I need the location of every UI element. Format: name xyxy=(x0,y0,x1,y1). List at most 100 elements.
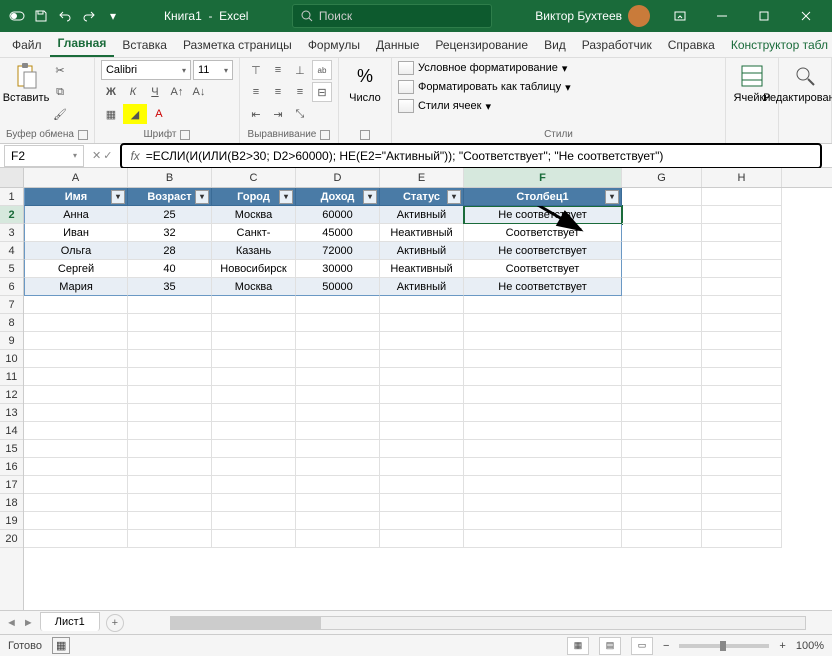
increase-font-icon[interactable]: A↑ xyxy=(167,82,187,102)
align-left-icon[interactable]: ≡ xyxy=(246,82,266,102)
row-header[interactable]: 18 xyxy=(0,494,23,512)
spreadsheet-grid[interactable]: 1234567891011121314151617181920 ABCDEFGH… xyxy=(0,168,832,610)
row-header[interactable]: 20 xyxy=(0,530,23,548)
cell[interactable] xyxy=(128,350,212,368)
align-middle-icon[interactable]: ≡ xyxy=(268,60,288,80)
formula-bar[interactable]: fx =ЕСЛИ(И(ИЛИ(B2>30; D2>60000); НЕ(E2="… xyxy=(120,143,822,169)
row-header[interactable]: 8 xyxy=(0,314,23,332)
cell[interactable] xyxy=(296,332,380,350)
row-header[interactable]: 7 xyxy=(0,296,23,314)
cell[interactable]: 35 xyxy=(128,278,212,296)
cell[interactable] xyxy=(622,476,702,494)
font-name-combo[interactable]: Calibri▾ xyxy=(101,60,191,80)
filter-dropdown-icon[interactable]: ▾ xyxy=(195,190,209,204)
cell[interactable] xyxy=(128,404,212,422)
cell[interactable] xyxy=(212,368,296,386)
column-header[interactable]: B xyxy=(128,168,212,187)
cell[interactable] xyxy=(212,530,296,548)
cell[interactable] xyxy=(380,476,464,494)
cell[interactable] xyxy=(24,476,128,494)
cell[interactable] xyxy=(622,296,702,314)
cell[interactable] xyxy=(128,494,212,512)
cell[interactable] xyxy=(212,296,296,314)
cell[interactable] xyxy=(128,422,212,440)
font-size-combo[interactable]: 11▾ xyxy=(193,60,233,80)
row-header[interactable]: 16 xyxy=(0,458,23,476)
cell[interactable] xyxy=(380,296,464,314)
cell[interactable] xyxy=(702,458,782,476)
normal-view-icon[interactable]: ▦ xyxy=(567,637,589,655)
select-all-corner[interactable] xyxy=(0,168,23,188)
filter-dropdown-icon[interactable]: ▾ xyxy=(447,190,461,204)
sheet-nav-prev-icon[interactable]: ◄ xyxy=(6,617,17,629)
align-right-icon[interactable]: ≡ xyxy=(290,82,310,102)
qat-dropdown-icon[interactable]: ▾ xyxy=(102,5,124,27)
zoom-level[interactable]: 100% xyxy=(796,640,824,652)
tab-file[interactable]: Файл xyxy=(4,33,50,57)
close-icon[interactable] xyxy=(786,0,826,32)
zoom-out-icon[interactable]: − xyxy=(663,640,669,652)
tab-developer[interactable]: Разработчик xyxy=(574,33,660,57)
cell[interactable]: Казань xyxy=(212,242,296,260)
cell[interactable]: Активный xyxy=(380,242,464,260)
cell[interactable]: 30000 xyxy=(296,260,380,278)
cell[interactable]: 72000 xyxy=(296,242,380,260)
cell[interactable]: Москва xyxy=(212,206,296,224)
cell[interactable] xyxy=(24,350,128,368)
cell[interactable] xyxy=(24,494,128,512)
cell[interactable] xyxy=(24,386,128,404)
cell[interactable] xyxy=(24,368,128,386)
column-header[interactable]: E xyxy=(380,168,464,187)
cell[interactable] xyxy=(622,512,702,530)
cell[interactable] xyxy=(24,332,128,350)
ribbon-options-icon[interactable] xyxy=(660,0,700,32)
align-top-icon[interactable]: ⊤ xyxy=(246,60,266,80)
cut-icon[interactable]: ✂ xyxy=(50,60,70,80)
cell[interactable]: Мария xyxy=(24,278,128,296)
filter-dropdown-icon[interactable]: ▾ xyxy=(605,190,619,204)
user-account[interactable]: Виктор Бухтеев xyxy=(535,5,650,27)
bold-button[interactable]: Ж xyxy=(101,82,121,102)
horizontal-scrollbar[interactable] xyxy=(170,616,806,630)
cell[interactable]: Активный xyxy=(380,206,464,224)
cell[interactable] xyxy=(702,296,782,314)
cell[interactable] xyxy=(296,530,380,548)
cell[interactable] xyxy=(702,188,782,206)
cell[interactable] xyxy=(296,368,380,386)
cell[interactable] xyxy=(128,440,212,458)
cell[interactable] xyxy=(380,368,464,386)
cell[interactable] xyxy=(464,458,622,476)
cell[interactable] xyxy=(128,476,212,494)
row-header[interactable]: 6 xyxy=(0,278,23,296)
fill-color-icon[interactable]: ◢ xyxy=(123,104,147,124)
cell[interactable] xyxy=(212,476,296,494)
cell[interactable] xyxy=(24,422,128,440)
cell[interactable] xyxy=(464,368,622,386)
cell[interactable]: 50000 xyxy=(296,278,380,296)
cell[interactable] xyxy=(622,206,702,224)
cell[interactable]: Статус▾ xyxy=(380,188,464,206)
cell[interactable] xyxy=(464,296,622,314)
cell[interactable] xyxy=(380,314,464,332)
cell[interactable]: Соответствует xyxy=(464,224,622,242)
row-header[interactable]: 2 xyxy=(0,206,23,224)
cancel-formula-icon[interactable]: ✕ xyxy=(92,149,101,162)
page-break-view-icon[interactable]: ▭ xyxy=(631,637,653,655)
row-header[interactable]: 17 xyxy=(0,476,23,494)
cell[interactable] xyxy=(212,440,296,458)
cell[interactable] xyxy=(128,458,212,476)
cell[interactable] xyxy=(128,386,212,404)
cell[interactable] xyxy=(464,440,622,458)
row-header[interactable]: 1 xyxy=(0,188,23,206)
cell[interactable] xyxy=(296,350,380,368)
cell[interactable]: 28 xyxy=(128,242,212,260)
zoom-in-icon[interactable]: + xyxy=(779,640,785,652)
cell[interactable] xyxy=(702,314,782,332)
cell[interactable] xyxy=(622,332,702,350)
sheet-nav-next-icon[interactable]: ► xyxy=(23,617,34,629)
redo-icon[interactable] xyxy=(78,5,100,27)
cell[interactable]: Москва xyxy=(212,278,296,296)
orientation-icon[interactable]: ⤡ xyxy=(290,104,310,124)
row-header[interactable]: 19 xyxy=(0,512,23,530)
align-center-icon[interactable]: ≡ xyxy=(268,82,288,102)
